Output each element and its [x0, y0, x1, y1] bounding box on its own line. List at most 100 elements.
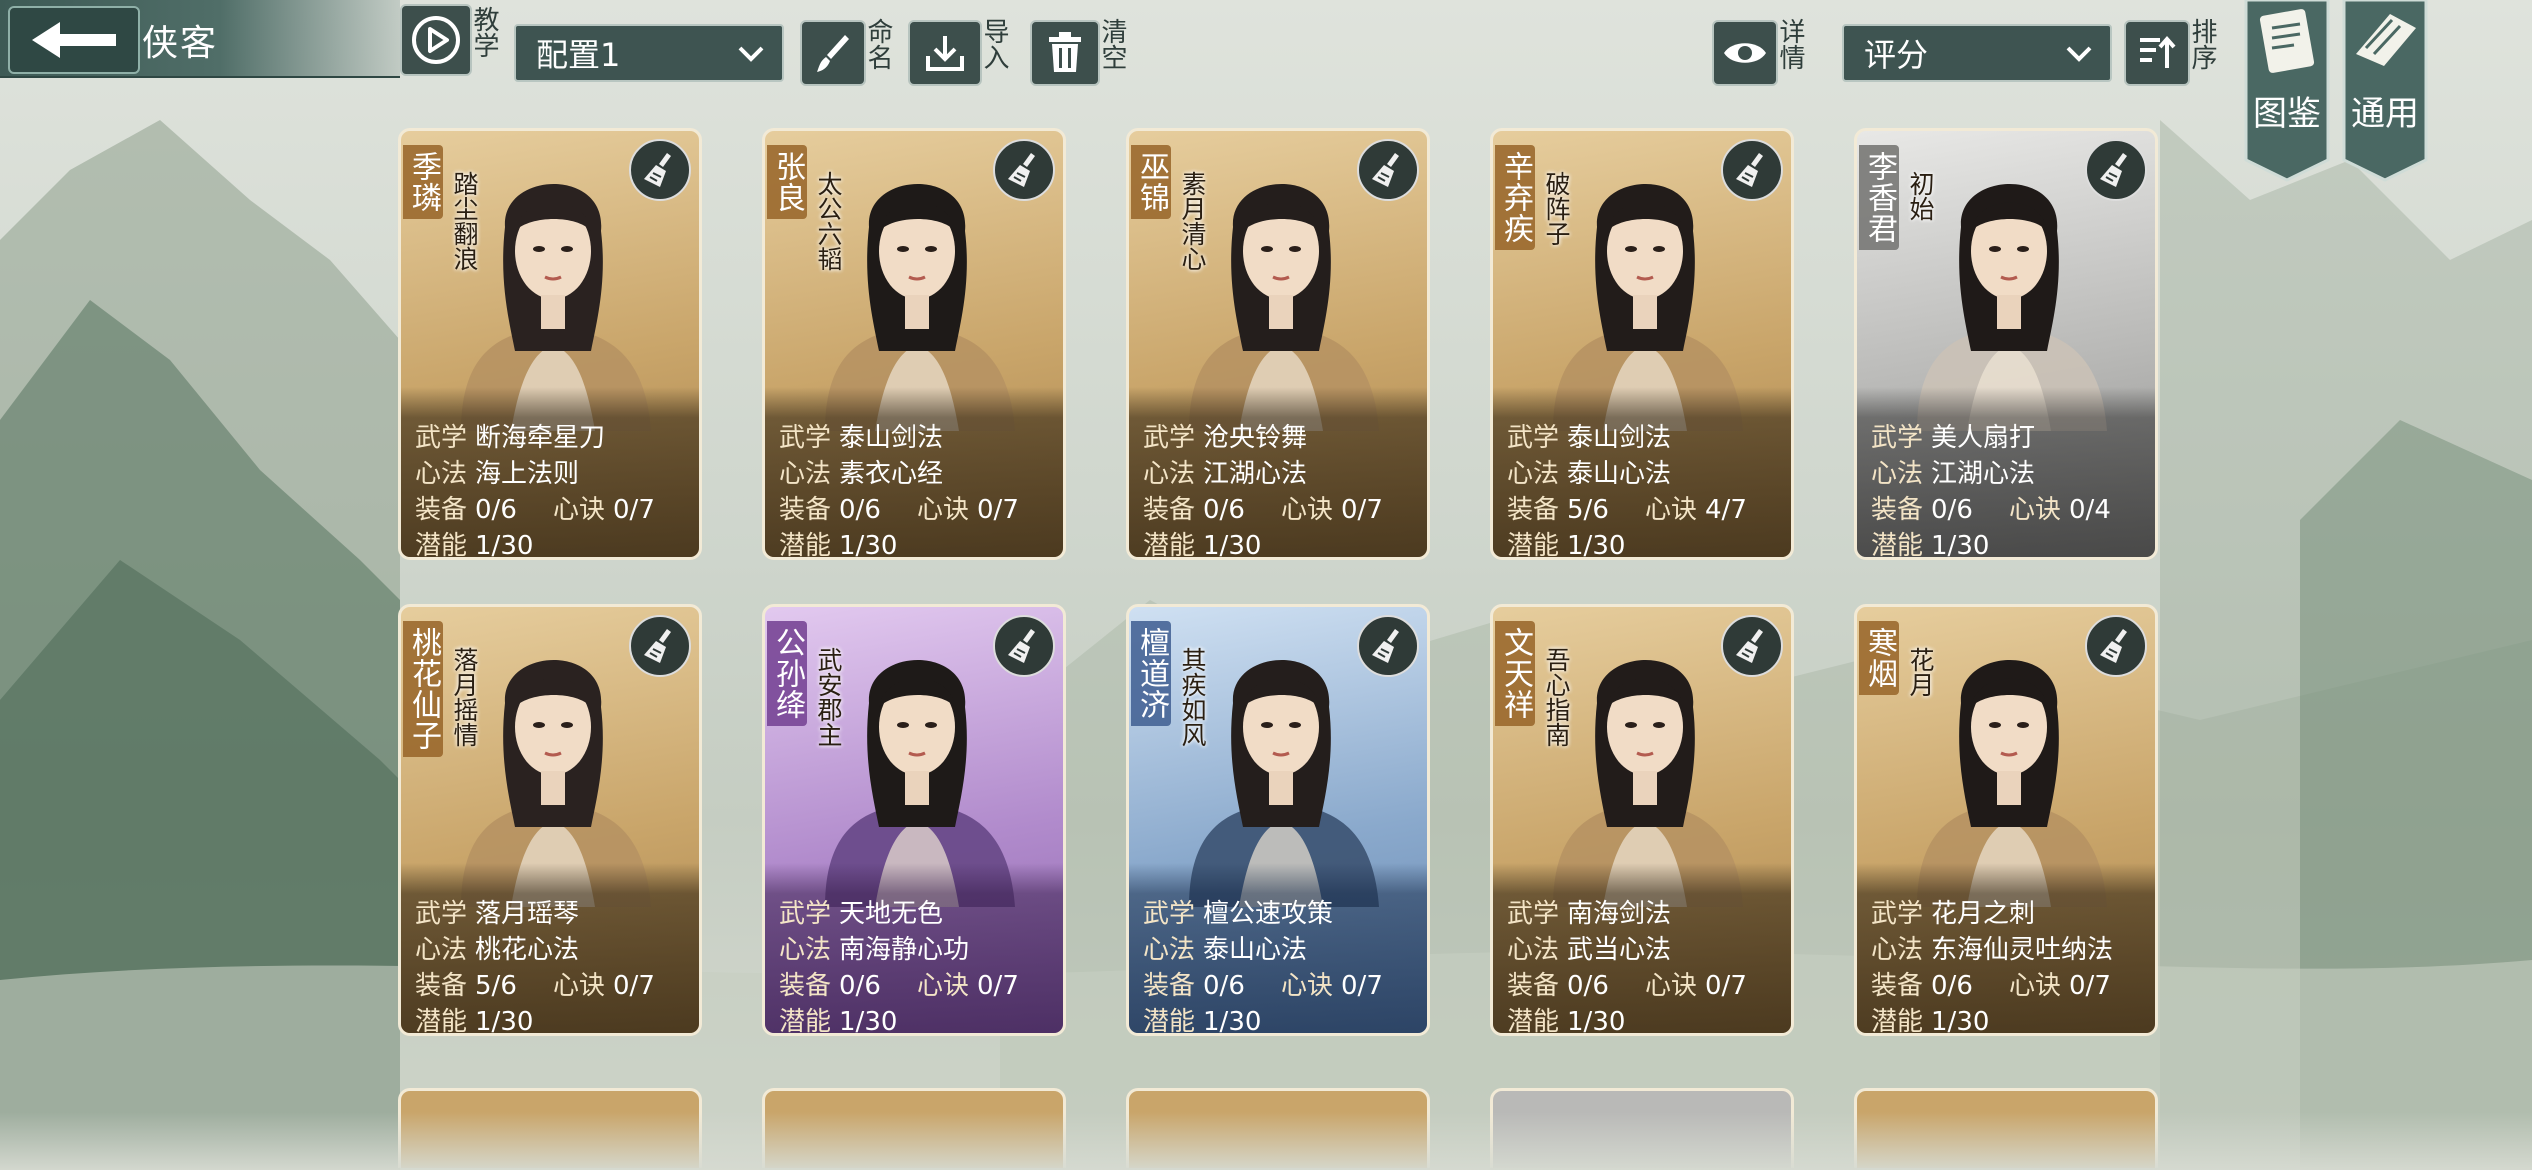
secret-key: 心诀 [553, 971, 606, 1001]
martial-key: 武学 [1871, 423, 1924, 453]
martial-key: 武学 [1871, 899, 1924, 929]
hero-card[interactable]: 檀道济 其疾如风 武学 檀公速攻策 心法 泰山心法 装备 0/6 心诀 0/7 潜能 1/… [1126, 604, 1430, 1036]
equip-key: 装备 [779, 971, 832, 1001]
hero-card[interactable]: 文天祥 吾心指南 武学 南海剑法 心法 武当心法 装备 0/6 心诀 0/7 潜能 1/3… [1490, 604, 1794, 1036]
secret-key: 心诀 [553, 495, 606, 525]
hero-card[interactable]: 巫锦 素月清心 武学 沧央铃舞 心法 江湖心法 装备 0/6 心诀 0/7 潜能 1/30 [1126, 128, 1430, 560]
broom-icon [1372, 629, 1399, 663]
equip-row: 装备 5/6 [415, 965, 517, 1002]
hero-epithet: 破阵子 [1542, 171, 1571, 246]
tutorial-label: 教学 [469, 6, 499, 58]
martial-value: 落月瑶琴 [475, 899, 580, 929]
potential-key: 潜能 [779, 531, 832, 560]
clear-button[interactable] [1030, 20, 1100, 86]
mental-row: 心法 东海仙灵吐纳法 [1871, 929, 2113, 966]
general-button[interactable]: 通用 [2342, 0, 2428, 182]
hero-card[interactable]: 李香君 初始 武学 美人扇打 心法 江湖心法 装备 0/6 心诀 0/4 潜能 1/30 [1854, 128, 2158, 560]
unequip-all-button[interactable] [2085, 139, 2147, 201]
hero-card[interactable]: 张良 太公六韬 武学 泰山剑法 心法 素衣心经 装备 0/6 心诀 0/7 潜能 1/30 [762, 128, 1066, 560]
hero-card[interactable]: 辛弃疾 破阵子 武学 泰山剑法 心法 泰山心法 装备 5/6 心诀 4/7 潜能 1/30 [1490, 128, 1794, 560]
hero-name: 巫锦 [1131, 145, 1171, 219]
mental-value: 南海静心功 [839, 935, 970, 965]
broom-icon [1008, 153, 1035, 187]
unequip-all-button[interactable] [993, 615, 1055, 677]
unequip-all-button[interactable] [1357, 615, 1419, 677]
hero-card[interactable]: 季璘 踏尘翻浪 武学 断海牵星刀 心法 海上法则 装备 0/6 心诀 0/7 潜能 1/3… [398, 128, 702, 560]
potential-key: 潜能 [415, 531, 468, 560]
secret-row: 心诀 0/7 [553, 965, 655, 1002]
rename-button[interactable] [800, 20, 866, 86]
martial-key: 武学 [415, 899, 468, 929]
unequip-all-button[interactable] [1357, 139, 1419, 201]
martial-key: 武学 [1507, 423, 1560, 453]
mental-row: 心法 海上法则 [415, 453, 579, 490]
import-button[interactable] [908, 20, 982, 86]
equip-value: 0/6 [475, 495, 517, 525]
equip-row: 装备 0/6 [1871, 489, 1973, 526]
unequip-all-button[interactable] [629, 139, 691, 201]
equip-row: 装备 0/6 [1143, 489, 1245, 526]
unequip-all-button[interactable] [993, 139, 1055, 201]
unequip-all-button[interactable] [2085, 615, 2147, 677]
potential-value: 1/30 [1203, 531, 1262, 560]
secret-value: 0/7 [977, 971, 1019, 1001]
sort-select[interactable]: 评分 [1842, 24, 2112, 82]
hero-name: 寒烟 [1859, 621, 1899, 695]
secret-row: 心诀 0/7 [1281, 489, 1383, 526]
download-icon [926, 36, 964, 71]
martial-key: 武学 [1143, 423, 1196, 453]
hero-info-panel: 武学 泰山剑法 心法 素衣心经 装备 0/6 心诀 0/7 潜能 1/30 [765, 387, 1063, 560]
secret-key: 心诀 [917, 495, 970, 525]
hero-epithet: 踏尘翻浪 [450, 171, 479, 271]
mental-key: 心法 [1507, 935, 1560, 965]
equip-value: 5/6 [475, 971, 517, 1001]
details-button[interactable] [1712, 20, 1778, 86]
potential-value: 1/30 [475, 531, 534, 560]
secret-row: 心诀 0/7 [917, 489, 1019, 526]
potential-value: 1/30 [1567, 1007, 1626, 1036]
martial-row: 武学 泰山剑法 [1507, 417, 1671, 454]
unequip-all-button[interactable] [1721, 615, 1783, 677]
secret-key: 心诀 [2009, 495, 2062, 525]
potential-value: 1/30 [1931, 1007, 1990, 1036]
unequip-all-button[interactable] [629, 615, 691, 677]
equip-value: 0/6 [1931, 971, 1973, 1001]
broom-icon [1736, 153, 1763, 187]
hero-card[interactable]: 公孙绛 武安郡主 武学 天地无色 心法 南海静心功 装备 0/6 心诀 0/7 潜能 1/… [762, 604, 1066, 1036]
hero-epithet: 太公六韬 [814, 171, 843, 271]
secret-key: 心诀 [1281, 495, 1334, 525]
secret-key: 心诀 [1645, 971, 1698, 1001]
hero-card[interactable]: 寒烟 花月 武学 花月之刺 心法 东海仙灵吐纳法 装备 0/6 心诀 0/7 潜能 1/3… [1854, 604, 2158, 1036]
mental-row: 心法 桃花心法 [415, 929, 579, 966]
page-title: 侠客 [142, 23, 219, 64]
unequip-all-button[interactable] [1721, 139, 1783, 201]
equip-key: 装备 [1143, 495, 1196, 525]
hero-epithet: 其疾如风 [1178, 647, 1207, 747]
martial-value: 美人扇打 [1931, 423, 2036, 453]
config-select-value: 配置1 [536, 36, 621, 74]
equip-row: 装备 0/6 [779, 489, 881, 526]
hero-info-panel: 武学 断海牵星刀 心法 海上法则 装备 0/6 心诀 0/7 潜能 1/30 [401, 387, 699, 560]
gallery-button[interactable]: 图鉴 [2244, 0, 2330, 182]
potential-key: 潜能 [1143, 1007, 1196, 1036]
mental-value: 江湖心法 [1203, 459, 1308, 489]
tutorial-button[interactable] [400, 4, 472, 76]
secret-row: 心诀 0/7 [917, 965, 1019, 1002]
mental-row: 心法 江湖心法 [1143, 453, 1307, 490]
equip-value: 0/6 [1931, 495, 1973, 525]
sort-button[interactable] [2124, 20, 2190, 86]
equip-value: 0/6 [839, 971, 881, 1001]
secret-key: 心诀 [1645, 495, 1698, 525]
secret-value: 0/7 [613, 495, 655, 525]
hero-card[interactable]: 桃花仙子 落月摇情 武学 落月瑶琴 心法 桃花心法 装备 5/6 心诀 0/7 潜能 1/… [398, 604, 702, 1036]
back-button[interactable] [8, 6, 140, 74]
mental-row: 心法 泰山心法 [1507, 453, 1671, 490]
hero-name: 辛弃疾 [1495, 145, 1535, 250]
general-scroll-icon [2342, 0, 2428, 182]
martial-key: 武学 [779, 899, 832, 929]
hero-info-panel: 武学 檀公速攻策 心法 泰山心法 装备 0/6 心诀 0/7 潜能 1/30 [1129, 863, 1427, 1036]
config-select[interactable]: 配置1 [514, 24, 784, 82]
bottom-fade [0, 1112, 2532, 1170]
mental-key: 心法 [1507, 459, 1560, 489]
martial-value: 檀公速攻策 [1203, 899, 1334, 929]
